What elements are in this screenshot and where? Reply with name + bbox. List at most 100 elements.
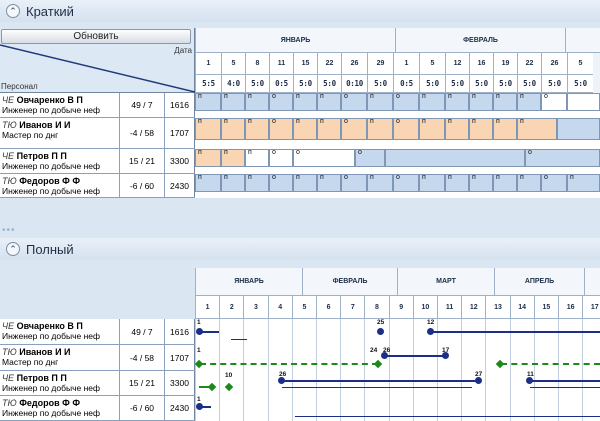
shift-block[interactable]: п [419, 174, 445, 192]
schedule-lane[interactable]: пппоппопопппппоп [195, 174, 600, 198]
collapse-short-icon[interactable]: ⌃ [6, 4, 20, 18]
shift-block[interactable]: о [269, 93, 293, 111]
shift-block[interactable]: о [269, 174, 293, 192]
shift-block[interactable]: п [517, 174, 541, 192]
shift-block[interactable]: о [293, 149, 355, 167]
work-bar[interactable] [530, 380, 600, 382]
collapse-full-icon[interactable]: ⌃ [6, 242, 20, 256]
shift-mark: п [448, 93, 452, 100]
personnel-name: Овчаренко В П [16, 321, 83, 331]
work-bar[interactable] [295, 416, 600, 417]
shift-block[interactable]: п [221, 174, 245, 192]
shift-block[interactable]: п [493, 93, 517, 111]
shift-block[interactable]: п [445, 93, 469, 111]
shift-block[interactable]: п [567, 174, 600, 192]
shift-block[interactable]: п [195, 149, 221, 167]
shift-block[interactable]: п [245, 118, 269, 140]
shift-block[interactable] [557, 118, 600, 140]
shift-block[interactable]: п [469, 174, 493, 192]
personnel-row[interactable]: ЧЕ Овчаренко В П Инженер по добыче неф 4… [0, 93, 195, 118]
rest-line[interactable] [199, 386, 211, 388]
shift-block[interactable]: п [517, 118, 557, 140]
shift-block[interactable]: п [469, 93, 493, 111]
shift-mark: п [198, 118, 202, 125]
personnel-row[interactable]: ТЮ Федоров Ф Ф Инженер по добыче неф -6 … [0, 174, 195, 198]
shift-block[interactable]: п [195, 118, 221, 140]
shift-mark: п [448, 174, 452, 181]
shift-block[interactable]: о [393, 118, 419, 140]
shift-block[interactable]: п [221, 118, 245, 140]
work-bar[interactable] [385, 355, 445, 357]
schedule-lane[interactable]: пппоппопоппппп [195, 118, 600, 149]
shift-block[interactable]: п [367, 93, 393, 111]
shift-block[interactable] [385, 149, 525, 167]
shift-block[interactable]: п [317, 118, 341, 140]
personnel-row[interactable]: ТЮ Иванов И И Мастер по днг -4 / 58 1707 [0, 345, 195, 371]
shift-block[interactable]: п [245, 149, 269, 167]
work-bar[interactable] [431, 331, 600, 333]
event-dot[interactable] [377, 328, 384, 335]
shift-block[interactable] [567, 93, 600, 111]
shift-block[interactable]: п [493, 174, 517, 192]
shift-block[interactable]: п [317, 174, 341, 192]
shift-mark: п [448, 118, 452, 125]
event-dot[interactable] [475, 377, 482, 384]
shift-block[interactable]: п [469, 118, 493, 140]
shift-block[interactable]: о [269, 149, 293, 167]
splitter-grip-icon[interactable]: ••• [2, 225, 16, 236]
shift-block[interactable]: п [419, 118, 445, 140]
schedule-lane[interactable]: пппоппопопппппо [195, 93, 600, 118]
shift-block[interactable]: о [341, 174, 367, 192]
rest-marker[interactable] [224, 382, 234, 392]
shift-mark: п [496, 93, 500, 100]
shift-block[interactable]: о [541, 174, 567, 192]
shift-block[interactable]: п [367, 118, 393, 140]
shift-block[interactable]: о [341, 93, 367, 111]
timeline-area[interactable]: 1 25 12 1 24 26 17 10 26 27 11 1 [194, 319, 600, 421]
personnel-row[interactable]: ТЮ Иванов И И Мастер по днг -4 / 58 1707 [0, 118, 195, 149]
work-bar[interactable] [282, 387, 472, 388]
refresh-button[interactable]: Обновить [1, 29, 191, 44]
personnel-ratio: -6 / 60 [120, 174, 165, 197]
personnel-name-cell: ТЮ Иванов И И Мастер по днг [0, 345, 120, 370]
shift-block[interactable]: п [221, 93, 245, 111]
rest-marker[interactable] [373, 359, 383, 369]
work-bar[interactable] [530, 387, 600, 388]
shift-block[interactable]: п [195, 174, 221, 192]
shift-block[interactable]: о [393, 93, 419, 111]
shift-block[interactable]: о [541, 93, 567, 111]
personnel-role: Инженер по добыче неф [2, 408, 101, 418]
duration-header: 5:0 [445, 75, 469, 93]
shift-block[interactable]: п [317, 93, 341, 111]
shift-block[interactable]: п [293, 118, 317, 140]
shift-block[interactable]: о [393, 174, 419, 192]
rest-line[interactable] [501, 363, 600, 365]
personnel-row[interactable]: ЧЕ Овчаренко В П Инженер по добыче неф 4… [0, 319, 195, 345]
shift-block[interactable]: о [269, 118, 293, 140]
personnel-row[interactable]: ЧЕ Петров П П Инженер по добыче неф 15 /… [0, 371, 195, 396]
shift-mark: о [272, 174, 276, 181]
shift-block[interactable]: п [245, 93, 269, 111]
shift-block[interactable]: п [419, 93, 445, 111]
shift-block[interactable]: о [525, 149, 600, 167]
work-bar[interactable] [282, 380, 477, 382]
shift-block[interactable]: п [493, 118, 517, 140]
personnel-row[interactable]: ЧЕ Петров П П Инженер по добыче неф 15 /… [0, 149, 195, 174]
work-bar[interactable] [231, 339, 247, 340]
shift-block[interactable]: п [293, 93, 317, 111]
personnel-row[interactable]: ТЮ Федоров Ф Ф Инженер по добыче неф -6 … [0, 396, 195, 421]
shift-block[interactable]: п [293, 174, 317, 192]
schedule-lane[interactable]: пппоооо [195, 149, 600, 174]
rest-line[interactable] [200, 363, 378, 365]
shift-block[interactable]: п [517, 93, 541, 111]
work-bar[interactable] [199, 406, 211, 408]
shift-block[interactable]: п [367, 174, 393, 192]
shift-block[interactable]: п [195, 93, 221, 111]
shift-block[interactable]: п [445, 118, 469, 140]
shift-block[interactable]: п [245, 174, 269, 192]
shift-block[interactable]: о [355, 149, 385, 167]
shift-block[interactable]: п [445, 174, 469, 192]
shift-block[interactable]: п [221, 149, 245, 167]
shift-block[interactable]: о [341, 118, 367, 140]
work-bar[interactable] [199, 331, 219, 333]
